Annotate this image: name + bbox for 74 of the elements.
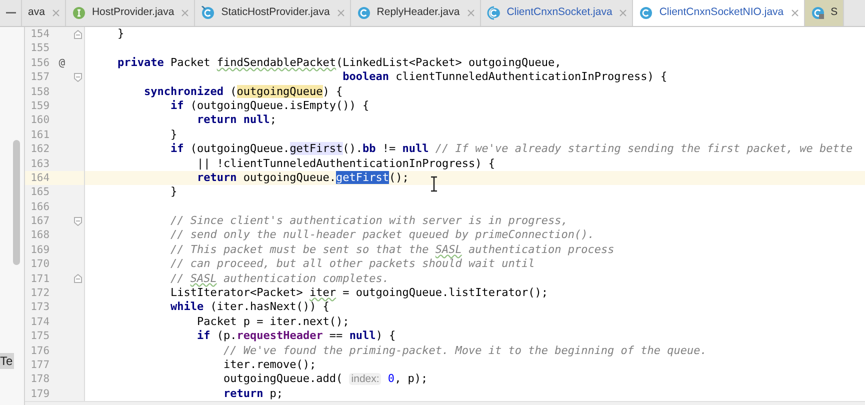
- code-line: private Packet findSendablePacket(LinkedList<Packet> outgoingQueue,: [116, 56, 562, 70]
- code-line: // This packet must be sent so that the SASL authentication process: [169, 242, 614, 258]
- abstract-class-icon: [486, 6, 501, 20]
- close-icon[interactable]: [52, 9, 60, 17]
- interface-icon: [72, 6, 86, 20]
- fold-icon[interactable]: [74, 216, 82, 226]
- line-number: 177: [30, 358, 50, 372]
- line-number: 168: [30, 228, 50, 243]
- class-icon: [639, 6, 654, 20]
- line-number: 179: [30, 386, 50, 402]
- line-number: 159: [30, 98, 50, 114]
- code-line: // We've found the priming-packet. Move it to the beginning of the queue.: [222, 344, 707, 358]
- class-icon: [201, 6, 216, 20]
- code-line: if (p.requestHeader == null) {: [196, 329, 396, 344]
- close-icon[interactable]: [790, 9, 799, 17]
- text-cursor-icon: [430, 176, 438, 192]
- editor-tab[interactable]: ClientCnxnSocketNIO.java: [633, 0, 805, 26]
- override-marker[interactable]: @: [58, 56, 66, 70]
- code-line: return outgoingQueue.getFirst();: [196, 170, 409, 186]
- code-line: // SASL authentication completes.: [169, 272, 390, 286]
- line-number: 155: [30, 41, 50, 56]
- code-line: || !clientTunneledAuthenticationInProgress) {: [196, 156, 495, 171]
- code-line: outgoingQueue.add( index: 0, p);: [222, 372, 428, 387]
- code-line: synchronized (outgoingQueue) {: [142, 84, 343, 99]
- line-number: 163: [30, 156, 50, 171]
- code-line: // Since client's authentication with server is in progress,: [169, 214, 568, 228]
- line-number: 174: [30, 314, 50, 330]
- close-icon[interactable]: [466, 9, 475, 17]
- code-line: while (iter.hasNext()) {: [169, 300, 330, 315]
- line-number: 167: [30, 214, 50, 228]
- line-number: 162: [30, 142, 50, 157]
- code-line: iter.remove();: [222, 358, 316, 372]
- line-number: 169: [30, 242, 50, 258]
- line-number: 158: [30, 84, 50, 99]
- line-number: 172: [30, 286, 50, 300]
- line-number: 170: [30, 257, 50, 272]
- line-number: 165: [30, 185, 50, 200]
- code-line: return p;: [222, 386, 284, 402]
- code-line: return null;: [196, 113, 276, 128]
- code-line: ListIterator<Packet> iter = outgoingQueue.listIterator();: [169, 286, 548, 300]
- line-number: 175: [30, 329, 50, 344]
- code-line: if (outgoingQueue.getFirst().bb != null // If we've already starting sending the first packet, we bette: [169, 142, 853, 157]
- line-number: 157: [30, 70, 50, 85]
- line-number: 173: [30, 300, 50, 315]
- editor-tab[interactable]: ClientCnxnSocket.java: [480, 0, 634, 26]
- tool-window-tab[interactable]: Te: [0, 353, 14, 369]
- code-line: Packet p = iter.next();: [196, 314, 350, 330]
- editor-tab[interactable]: S: [804, 0, 844, 26]
- line-number: 164: [30, 170, 50, 186]
- line-number: 178: [30, 372, 50, 387]
- line-number: 161: [30, 128, 50, 142]
- line-number: 176: [30, 344, 50, 358]
- fold-icon[interactable]: [74, 274, 82, 284]
- code-line: }: [169, 128, 178, 142]
- line-number: 160: [30, 113, 50, 128]
- code-line: // can proceed, but all other packets should wait until: [169, 257, 535, 272]
- class-icon: [356, 6, 371, 20]
- scrollbar-thumb[interactable]: [13, 140, 20, 265]
- close-icon[interactable]: [336, 9, 345, 17]
- code-line: // send only the null-header packet queued by primeConnection().: [169, 228, 594, 243]
- locked-class-icon: [810, 6, 825, 20]
- fold-icon[interactable]: [74, 30, 82, 39]
- line-number: 171: [30, 272, 50, 286]
- close-icon[interactable]: [619, 9, 628, 17]
- line-number: 154: [30, 27, 50, 42]
- code-line: }: [169, 185, 178, 200]
- minimize-icon[interactable]: [6, 12, 16, 14]
- close-icon[interactable]: [181, 9, 190, 17]
- fold-icon[interactable]: [74, 72, 82, 82]
- line-number: 166: [30, 200, 50, 214]
- code-line: if (outgoingQueue.isEmpty()) {: [169, 98, 370, 114]
- code-line: boolean clientTunneledAuthenticationInProgress) {: [342, 70, 668, 85]
- line-number: 156: [30, 56, 50, 70]
- code-line: }: [116, 27, 124, 42]
